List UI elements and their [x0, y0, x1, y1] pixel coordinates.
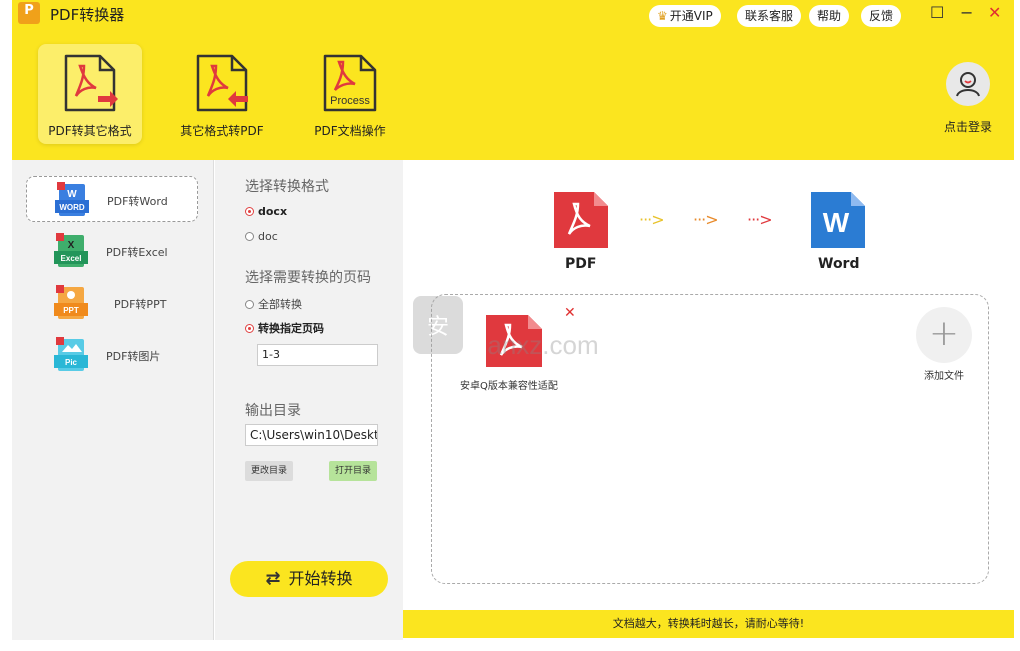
main-toolbar: PDF转其它格式 其它格式转PDF Process PDF文档操作 点击登录 [12, 34, 1014, 160]
format-doc-radio[interactable]: doc [245, 230, 278, 243]
feedback-button[interactable]: 反馈 [861, 5, 902, 27]
login-button[interactable]: 点击登录 [938, 62, 998, 135]
pdf-converter-window: P PDF转换器 ♛ 开通VIP 联系客服 帮助 反馈 ☐ − ✕ PDF转其它格… [12, 0, 1014, 640]
conversion-main-area: PDF ···> ···> ···> W Word ✕ 安卓Q版本兼容性适配 +… [403, 160, 1014, 610]
status-bar: 文档越大，转换耗时越长，请耐心等待! [403, 610, 1014, 638]
page-range-input[interactable]: 1-3 [257, 344, 378, 366]
plus-icon: + [916, 307, 972, 363]
to-format-label: Word [818, 256, 860, 272]
svg-text:WORD: WORD [59, 203, 85, 212]
maximize-button[interactable]: ☐ [930, 2, 944, 24]
tool-pdf-operations[interactable]: Process PDF文档操作 [302, 44, 398, 144]
format-docx-radio[interactable]: docx [245, 205, 287, 218]
pages-heading: 选择需要转换的页码 [245, 270, 371, 286]
svg-text:W: W [67, 189, 77, 200]
sidebar-item-pdf-to-word[interactable]: WORD W PDF转Word [26, 176, 198, 222]
tool-label: PDF文档操作 [314, 124, 386, 138]
sidebar-item-label: PDF转PPT [114, 298, 167, 311]
sidebar-item-label: PDF转Word [107, 195, 168, 208]
minimize-button[interactable]: − [960, 2, 973, 24]
pages-specific-radio[interactable]: 转换指定页码 [245, 320, 324, 336]
radio-label: 全部转换 [258, 298, 302, 311]
flow-arrow-icon: ···> [639, 210, 665, 229]
output-path-input[interactable]: C:\Users\win10\Desktop [245, 424, 378, 446]
sidebar-item-pdf-to-ppt[interactable]: PPT PDF转PPT [26, 280, 198, 326]
flow-arrow-icon: ···> [747, 210, 773, 229]
tool-pdf-to-other[interactable]: PDF转其它格式 [38, 44, 142, 144]
radio-label: doc [258, 230, 278, 243]
svg-text:X: X [68, 240, 75, 251]
sidebar-item-pdf-to-image[interactable]: Pic PDF转图片 [26, 332, 198, 378]
start-convert-button[interactable]: ⇄ 开始转换 [230, 561, 388, 597]
add-file-label: 添加文件 [924, 371, 964, 382]
file-drop-zone[interactable]: ✕ 安卓Q版本兼容性适配 + 添加文件 [431, 294, 989, 584]
change-directory-button[interactable]: 更改目录 [245, 461, 294, 481]
from-format-label: PDF [565, 256, 597, 272]
tool-other-to-pdf[interactable]: 其它格式转PDF [170, 44, 274, 144]
radio-selected-icon [245, 207, 254, 216]
user-avatar-icon [946, 62, 990, 106]
sidebar-item-label: PDF转图片 [106, 350, 161, 363]
start-label: 开始转换 [288, 569, 353, 588]
sidebar-item-label: PDF转Excel [106, 246, 168, 259]
picture-icon: Pic [54, 337, 88, 371]
radio-label: docx [258, 205, 288, 218]
svg-text:PPT: PPT [63, 306, 79, 315]
app-title: PDF转换器 [50, 6, 125, 24]
conversion-type-sidebar: WORD W PDF转Word Excel X PDF转Excel PPT PD… [12, 160, 214, 640]
tool-label: PDF转其它格式 [48, 124, 132, 138]
sidebar-item-pdf-to-excel[interactable]: Excel X PDF转Excel [26, 228, 198, 274]
options-panel: 选择转换格式 docx doc 选择需要转换的页码 全部转换 转换指定页码 1-… [215, 160, 403, 640]
radio-icon [245, 232, 254, 241]
login-label: 点击登录 [943, 120, 992, 134]
pdf-import-icon [196, 54, 248, 112]
add-file-button[interactable]: + 添加文件 [914, 307, 974, 382]
vip-label: 开通VIP [669, 9, 713, 23]
contact-support-button[interactable]: 联系客服 [737, 5, 802, 27]
word-icon: WORD W [55, 182, 89, 216]
app-logo-icon: P [18, 2, 40, 24]
tool-label: 其它格式转PDF [180, 124, 264, 138]
format-heading: 选择转换格式 [245, 179, 329, 195]
pdf-export-icon [64, 54, 118, 112]
svg-text:Pic: Pic [65, 358, 78, 367]
svg-text:Excel: Excel [61, 254, 82, 263]
output-heading: 输出目录 [245, 403, 301, 419]
ppt-icon: PPT [54, 285, 88, 319]
excel-icon: Excel X [54, 233, 88, 267]
pdf-file-icon [554, 192, 608, 248]
pdf-file-thumbnail-icon[interactable] [484, 313, 544, 369]
crown-icon: ♛ [657, 9, 668, 23]
close-button[interactable]: ✕ [988, 2, 1001, 24]
pdf-process-icon: Process [323, 54, 377, 112]
word-file-icon: W [811, 192, 865, 248]
vip-button[interactable]: ♛ 开通VIP [649, 5, 721, 27]
help-button[interactable]: 帮助 [809, 5, 850, 27]
radio-selected-icon [245, 324, 254, 333]
svg-text:W: W [823, 207, 850, 238]
open-directory-button[interactable]: 打开目录 [329, 461, 378, 481]
flow-arrow-icon: ···> [693, 210, 719, 229]
radio-label: 转换指定页码 [258, 322, 324, 335]
title-bar: P PDF转换器 ♛ 开通VIP 联系客服 帮助 反馈 ☐ − ✕ [12, 0, 1014, 34]
file-name-label: 安卓Q版本兼容性适配 [460, 381, 558, 392]
sync-icon: ⇄ [265, 568, 281, 589]
svg-text:Process: Process [330, 95, 370, 107]
pages-all-radio[interactable]: 全部转换 [245, 296, 302, 312]
radio-icon [245, 300, 254, 309]
remove-file-icon[interactable]: ✕ [564, 305, 576, 321]
